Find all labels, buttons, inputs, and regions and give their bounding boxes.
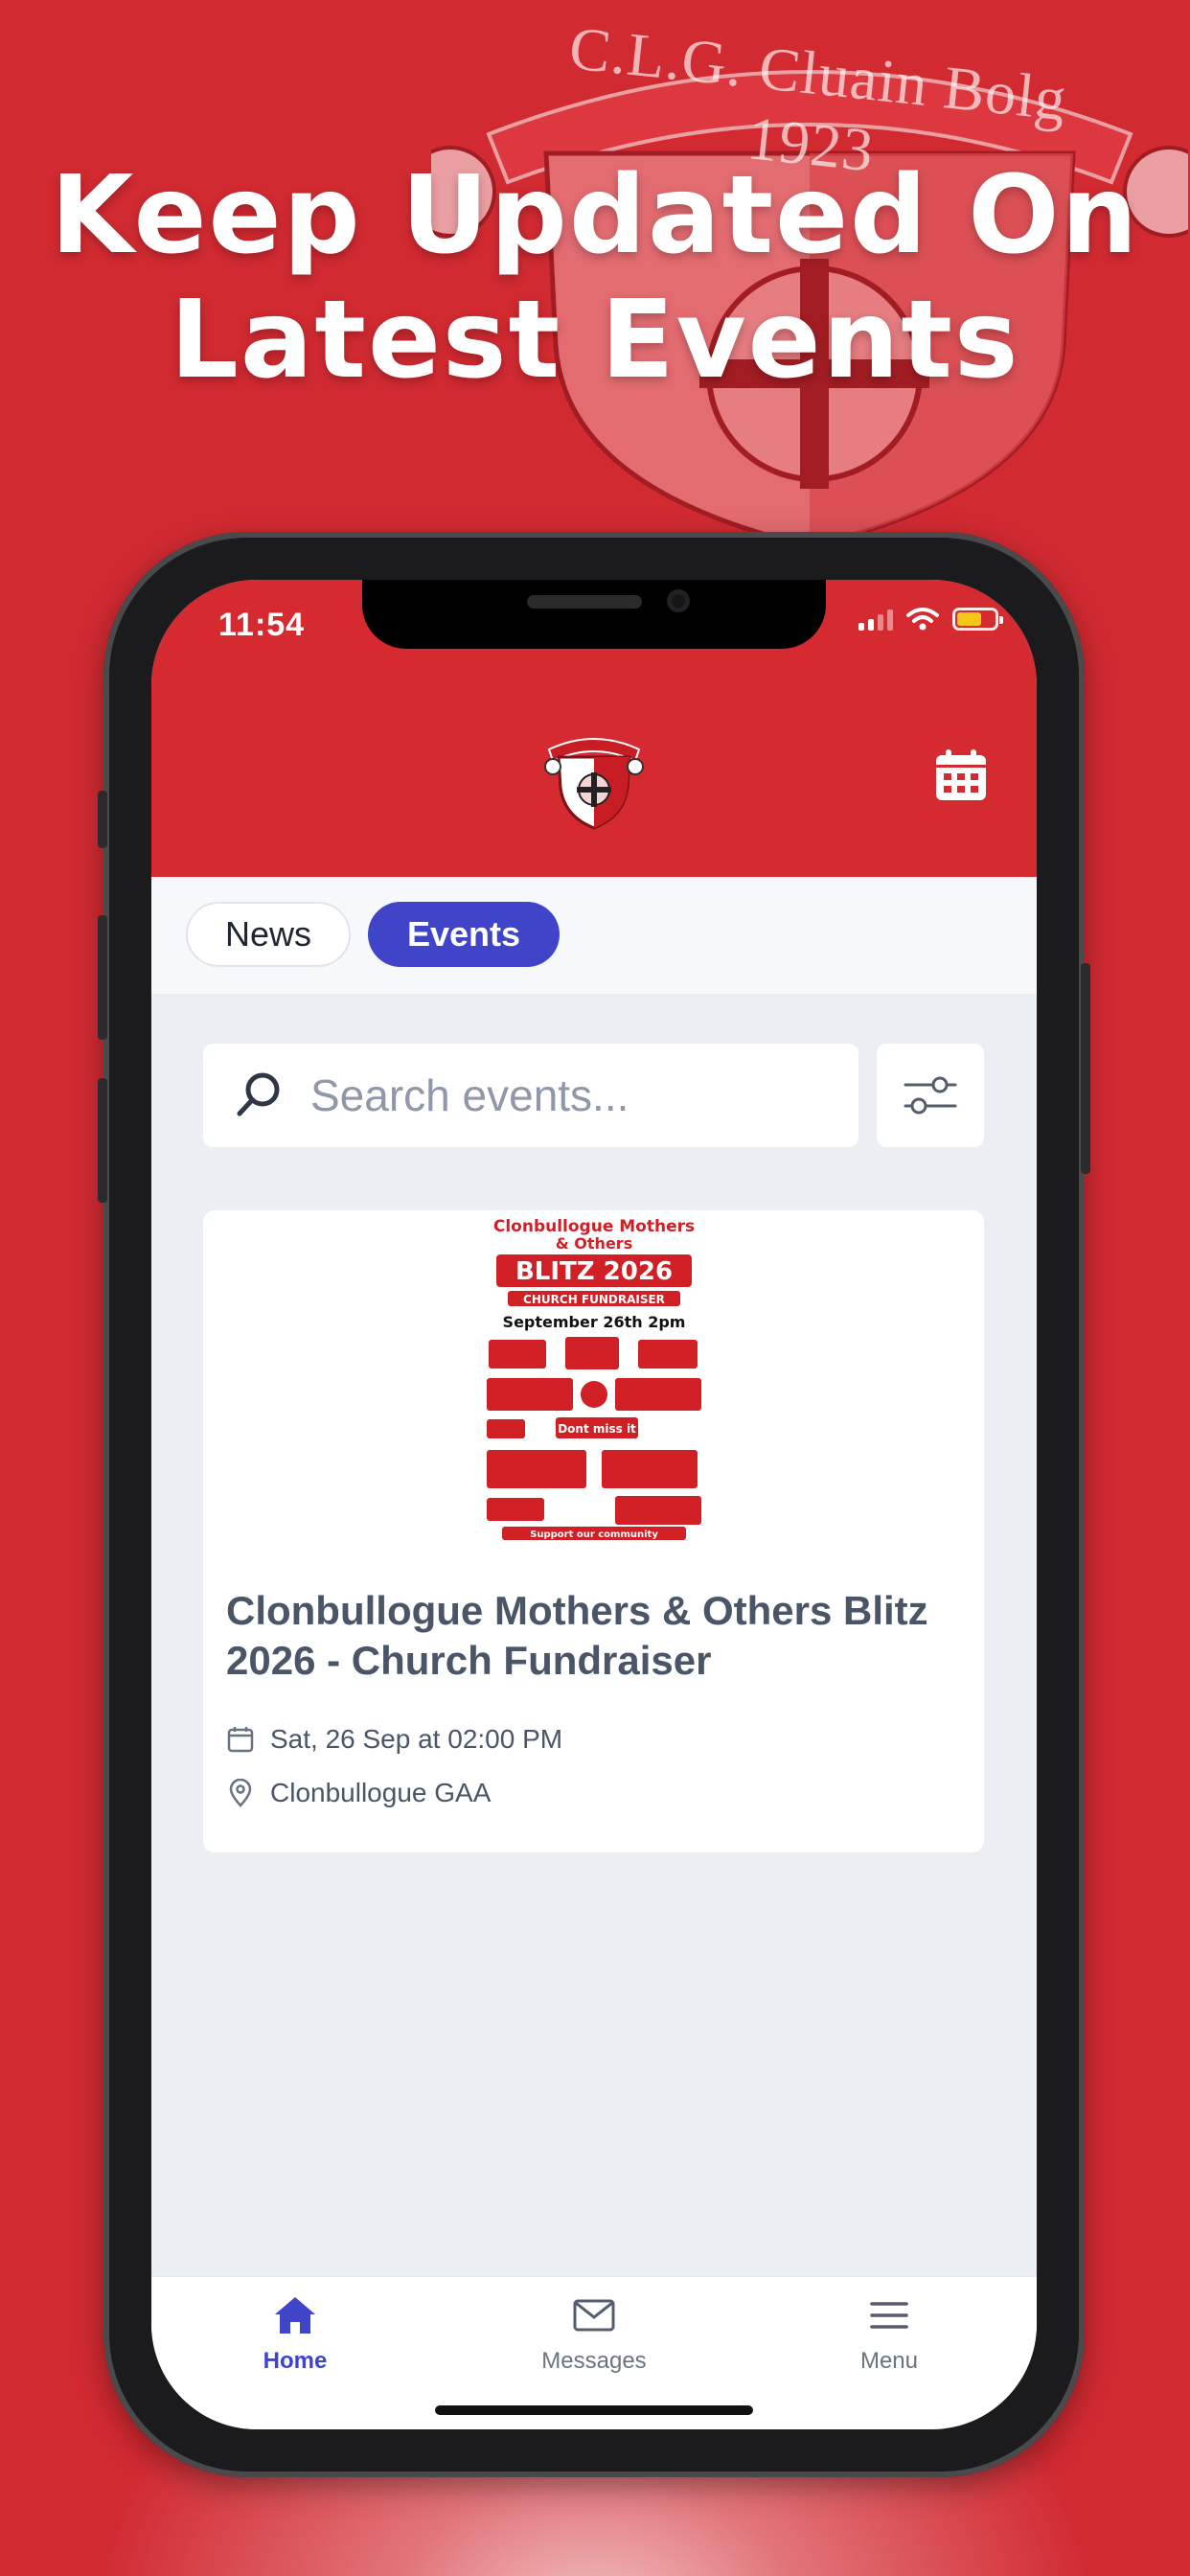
filter-button[interactable]: [877, 1044, 984, 1147]
poster-line-4: CHURCH FUNDRAISER: [523, 1293, 665, 1306]
app-screen: 11:54 News Events Search events... Clonb…: [151, 580, 1037, 2429]
calendar-outline-icon: [227, 1727, 254, 1753]
volume-down-button: [98, 1078, 107, 1203]
mute-switch: [98, 791, 107, 848]
nav-messages-label: Messages: [541, 2348, 647, 2374]
event-location: Clonbullogue GAA: [270, 1778, 492, 1807]
event-card[interactable]: Clonbullogue Mothers & Others BLITZ 2026…: [203, 1210, 984, 1852]
sliders-icon: [904, 1076, 957, 1115]
poster-line-5: September 26th 2pm: [503, 1313, 686, 1331]
nav-messages[interactable]: Messages: [498, 2294, 690, 2375]
poster-line-7: Support our community: [530, 1530, 658, 1540]
poster-line-1: Clonbullogue Mothers: [493, 1217, 695, 1236]
phone-notch: [362, 580, 826, 649]
location-pin-icon: [229, 1779, 252, 1807]
nav-menu-label: Menu: [859, 2348, 919, 2374]
calendar-icon[interactable]: [933, 748, 989, 803]
content-tabs: News Events: [151, 877, 1037, 994]
battery-icon: [952, 608, 1003, 631]
poster-line-3: BLITZ 2026: [515, 1257, 673, 1286]
promo-headline: Keep Updated On Latest Events: [0, 153, 1190, 402]
hamburger-icon: [870, 2302, 908, 2329]
event-date: Sat, 26 Sep at 02:00 PM: [270, 1724, 563, 1754]
signal-icon: [858, 608, 893, 631]
status-time: 11:54: [218, 607, 306, 643]
power-button: [1081, 963, 1090, 1174]
poster-line-6: Dont miss it: [558, 1422, 636, 1436]
app-header: 11:54: [151, 580, 1037, 877]
home-icon: [275, 2297, 315, 2334]
headline-line-1: Keep Updated On: [50, 153, 1140, 278]
nav-home-label: Home: [263, 2348, 328, 2374]
tab-events[interactable]: Events: [368, 902, 560, 967]
home-indicator: [435, 2405, 753, 2415]
poster-line-2: & Others: [556, 1234, 632, 1253]
event-poster-image: Clonbullogue Mothers & Others BLITZ 2026…: [479, 1210, 709, 1541]
volume-up-button: [98, 915, 107, 1040]
event-location-row: Clonbullogue GAA: [226, 1778, 491, 1808]
event-date-row: Sat, 26 Sep at 02:00 PM: [226, 1724, 562, 1755]
nav-menu[interactable]: Menu: [793, 2294, 985, 2375]
mail-icon: [573, 2299, 615, 2332]
headline-line-2: Latest Events: [170, 278, 1020, 402]
wifi-icon: [906, 608, 939, 631]
tab-news[interactable]: News: [186, 902, 351, 967]
search-input[interactable]: Search events...: [203, 1044, 858, 1147]
nav-home[interactable]: Home: [199, 2294, 391, 2375]
search-icon: [237, 1072, 280, 1116]
club-crest-logo[interactable]: [541, 728, 647, 834]
search-placeholder: Search events...: [310, 1070, 629, 1120]
status-icons: [858, 607, 1003, 632]
phone-frame: 11:54 News Events Search events... Clonb…: [98, 532, 1090, 2477]
event-title[interactable]: Clonbullogue Mothers & Others Blitz 2026…: [226, 1586, 964, 1686]
